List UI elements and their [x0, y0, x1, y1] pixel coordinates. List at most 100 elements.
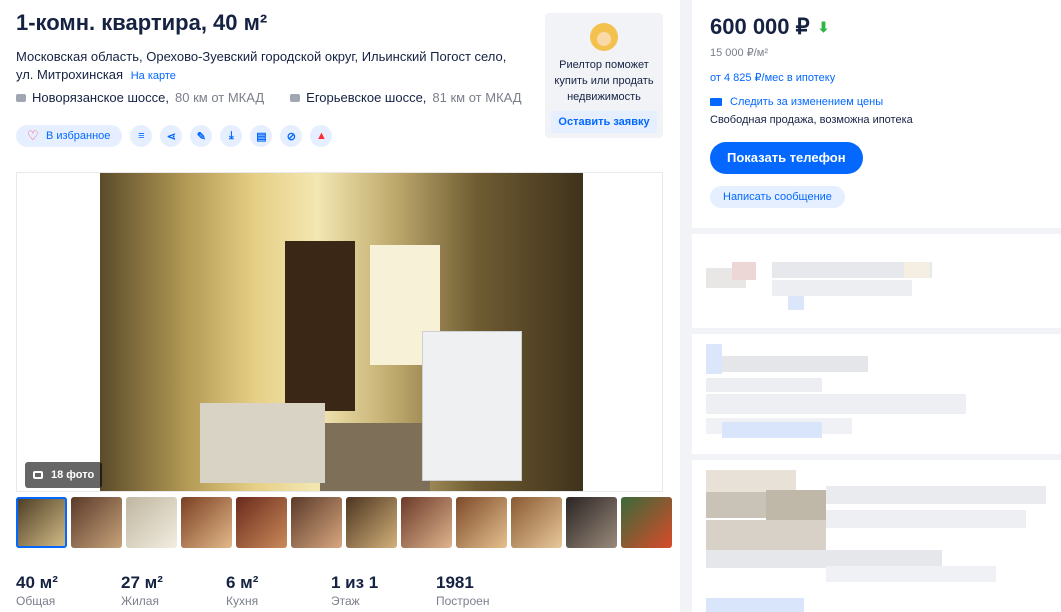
map-link[interactable]: На карте	[131, 70, 176, 82]
print-button[interactable]: ▤	[250, 125, 273, 147]
blurred-block	[706, 520, 826, 550]
blurred-block	[722, 356, 868, 372]
realtor-promo-text: Риелтор поможет купить или продать недви…	[554, 59, 654, 103]
property-stats: 40 м² Общая 27 м² Жилая 6 м² Кухня 1 из …	[16, 573, 541, 609]
stat-total-area: 40 м² Общая	[16, 573, 121, 609]
share-button[interactable]: ⋖	[160, 125, 183, 147]
heart-icon	[27, 128, 39, 144]
highway-item: Егорьевское шоссе, 81 км от МКАД	[290, 90, 522, 105]
thumbnail[interactable]	[511, 497, 562, 548]
photo-floor	[320, 423, 430, 491]
thumbnail[interactable]	[621, 497, 672, 548]
realtor-avatar-icon	[590, 23, 618, 51]
photo-count-label: 18 фото	[51, 469, 95, 481]
thumbnail[interactable]	[456, 497, 507, 548]
price-value: 600 000 ₽	[710, 14, 810, 39]
thumbnail[interactable]	[291, 497, 342, 548]
stat-year-built: 1981 Построен	[436, 573, 541, 609]
write-message-button[interactable]: Написать сообщение	[710, 186, 845, 208]
highway-distance: 80 км от МКАД	[175, 90, 265, 105]
blurred-block	[706, 344, 722, 374]
edit-note-button[interactable]: ✎	[190, 125, 213, 147]
thumbnail[interactable]	[126, 497, 177, 548]
eye-off-icon: ⊘	[286, 130, 296, 143]
blurred-block	[706, 492, 766, 518]
show-phone-button[interactable]: Показать телефон	[710, 142, 863, 174]
blurred-block	[706, 394, 966, 414]
blurred-block	[788, 296, 804, 310]
blurred-block	[772, 280, 912, 296]
stat-value: 6 м²	[226, 573, 259, 592]
mortgage-link[interactable]: от 4 825 ₽/мес в ипотеку	[710, 71, 1043, 84]
listing-title: 1-комн. квартира, 40 м²	[16, 10, 268, 35]
thumbnail[interactable]	[401, 497, 452, 548]
list-add-icon: ≡	[138, 130, 145, 142]
highway-item: Новорязанское шоссе, 80 км от МКАД	[16, 90, 264, 105]
blurred-block	[706, 470, 796, 492]
stat-value: 1 из 1	[331, 573, 379, 592]
favorite-button[interactable]: В избранное	[16, 125, 123, 147]
car-icon	[290, 93, 301, 102]
address: Московская область, Орехово-Зуевский гор…	[16, 48, 516, 85]
download-button[interactable]: ⤓	[220, 125, 243, 147]
stat-kitchen-area: 6 м² Кухня	[226, 573, 331, 609]
stat-label: Этаж	[331, 594, 360, 608]
warning-icon: ▲	[315, 130, 327, 142]
car-icon	[16, 93, 26, 102]
highway-name: Новорязанское шоссе,	[32, 90, 170, 105]
price: 600 000 ₽ ⬇	[710, 14, 1043, 40]
envelope-icon	[710, 98, 722, 106]
stat-value: 1981	[436, 573, 474, 592]
stat-value: 40 м²	[16, 573, 58, 592]
thumbnail[interactable]	[181, 497, 232, 548]
blurred-block	[826, 486, 1046, 504]
blurred-block	[722, 422, 822, 438]
printer-icon: ▤	[256, 130, 267, 143]
thumbnail[interactable]	[71, 497, 122, 548]
blurred-block	[826, 510, 1026, 528]
report-button[interactable]: ▲	[310, 125, 333, 147]
thumbnail[interactable]	[346, 497, 397, 548]
blurred-block	[706, 598, 804, 612]
sale-terms: Свободная продажа, возможна ипотека	[710, 114, 913, 126]
photo-thumbnails	[16, 497, 672, 548]
share-icon: ⋖	[166, 130, 176, 143]
thumbnail[interactable]	[16, 497, 67, 548]
price-per-m2: 15 000 ₽/м²	[710, 47, 768, 59]
watch-price-label: Следить за изменением цены	[730, 96, 884, 108]
stat-label: Общая	[16, 594, 56, 608]
blurred-block	[904, 262, 930, 278]
photo-fridge	[422, 331, 522, 481]
add-to-list-button[interactable]: ≡	[130, 125, 153, 147]
leave-request-button[interactable]: Оставить заявку	[551, 111, 657, 133]
realtor-promo: Риелтор поможет купить или продать недви…	[545, 13, 663, 138]
blurred-block	[766, 490, 826, 520]
stat-living-area: 27 м² Жилая	[121, 573, 226, 609]
highway-distance: 81 км от МКАД	[432, 90, 522, 105]
price-down-arrow-icon[interactable]: ⬇	[818, 19, 830, 36]
blurred-card	[692, 334, 1061, 454]
hide-button[interactable]: ⊘	[280, 125, 303, 147]
stat-value: 27 м²	[121, 573, 163, 592]
thumbnail[interactable]	[566, 497, 617, 548]
blurred-block	[732, 262, 756, 280]
stat-label: Кухня	[226, 594, 259, 608]
blurred-card	[692, 460, 1061, 612]
watch-price-link[interactable]: Следить за изменением цены	[710, 96, 1043, 108]
price-card: 600 000 ₽ ⬇ 15 000 ₽/м² от 4 825 ₽/мес в…	[692, 0, 1061, 228]
blurred-card	[692, 234, 1061, 328]
main-photo[interactable]	[100, 173, 583, 491]
photo-gallery[interactable]: 18 фото	[16, 172, 663, 492]
highway-name: Егорьевское шоссе,	[306, 90, 427, 105]
blurred-block	[706, 378, 822, 392]
pencil-icon: ✎	[196, 130, 206, 143]
listing-main: 1-комн. квартира, 40 м² Московская облас…	[0, 0, 680, 612]
stat-floor: 1 из 1 Этаж	[331, 573, 436, 609]
photo-count-badge[interactable]: 18 фото	[25, 462, 103, 488]
highway-distances: Новорязанское шоссе, 80 км от МКАД Егорь…	[16, 90, 522, 105]
sidebar: 600 000 ₽ ⬇ 15 000 ₽/м² от 4 825 ₽/мес в…	[692, 0, 1061, 612]
photo-cabinet	[285, 241, 355, 411]
favorite-label: В избранное	[46, 130, 111, 142]
blurred-block	[826, 566, 996, 582]
thumbnail[interactable]	[236, 497, 287, 548]
